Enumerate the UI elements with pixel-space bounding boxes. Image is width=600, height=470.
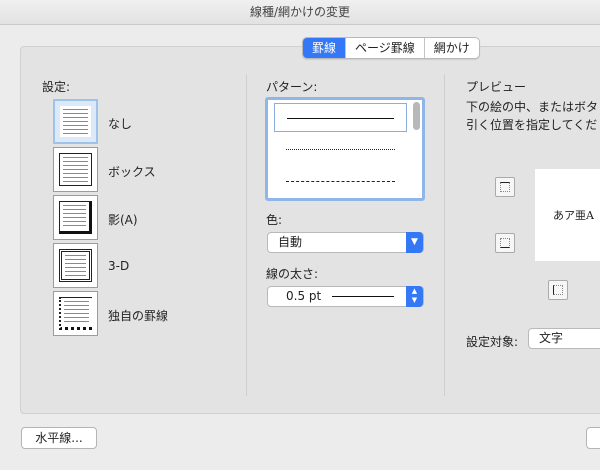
tab-shading[interactable]: 網かけ [423,38,479,58]
setting-custom-label: 独自の罫線 [108,309,169,323]
color-label: 色: [266,213,283,227]
setting-box-label: ボックス [108,165,156,179]
pattern-dashed-option[interactable] [274,167,407,196]
setting-shadow-button[interactable] [53,195,98,240]
window-title: 線種/網かけの変更 [0,0,600,25]
setting-box-button[interactable] [53,147,98,192]
horizontal-line-button[interactable]: 水平線... [21,427,97,449]
setting-shadow-thumbnail [59,201,92,234]
tab-bar: 罫線 ページ罫線 網かけ [302,37,480,59]
apply-to-label: 設定対象: [466,335,519,349]
color-select-value: 自動 [278,235,303,249]
width-select[interactable]: 0.5 pt ▲ ▼ [267,286,424,307]
stepper-arrows-icon: ▲ ▼ [406,286,423,307]
setting-3d-button[interactable] [53,243,98,288]
column-divider-right [444,74,445,396]
width-label: 線の太さ: [266,267,319,281]
pattern-list[interactable] [265,97,425,201]
setting-box-thumbnail [59,153,92,186]
bottom-border-button[interactable] [495,233,515,253]
preview-sample-text: あア亜A [553,209,594,222]
setting-shadow-label: 影(A) [108,213,138,227]
preview-area[interactable]: あア亜A [535,169,600,261]
color-select[interactable]: 自動 ▼ [267,232,424,253]
setting-3d-label: 3-D [108,259,130,273]
settings-heading: 設定: [42,80,71,94]
tab-page-borders[interactable]: ページ罫線 [345,38,424,58]
chevron-down-icon: ▼ [406,232,423,253]
preview-instruction-line1: 下の絵の中、またはボタ [466,100,599,114]
pattern-heading: パターン: [266,80,318,94]
top-border-button[interactable] [495,177,515,197]
apply-to-select[interactable]: 文字 [528,328,600,349]
setting-none-label: なし [108,117,133,131]
preview-heading: プレビュー [466,80,527,94]
setting-3d-thumbnail [59,249,92,282]
partial-footer-button[interactable] [586,427,600,449]
pattern-dotted-option[interactable] [274,135,407,164]
preview-instruction-line2: 引く位置を指定してくだ [466,118,598,132]
left-border-button[interactable] [548,280,568,300]
setting-custom-button[interactable] [53,291,98,336]
pattern-solid-option[interactable] [274,103,407,132]
apply-to-value: 文字 [539,331,564,345]
setting-custom-thumbnail [59,297,92,330]
setting-none-button[interactable] [53,99,98,144]
pattern-scrollbar[interactable] [413,102,420,130]
width-line-sample [332,296,394,297]
setting-none-thumbnail [60,106,91,137]
width-select-value: 0.5 pt [286,289,322,303]
column-divider-left [246,74,247,396]
tab-borders[interactable]: 罫線 [303,38,346,58]
